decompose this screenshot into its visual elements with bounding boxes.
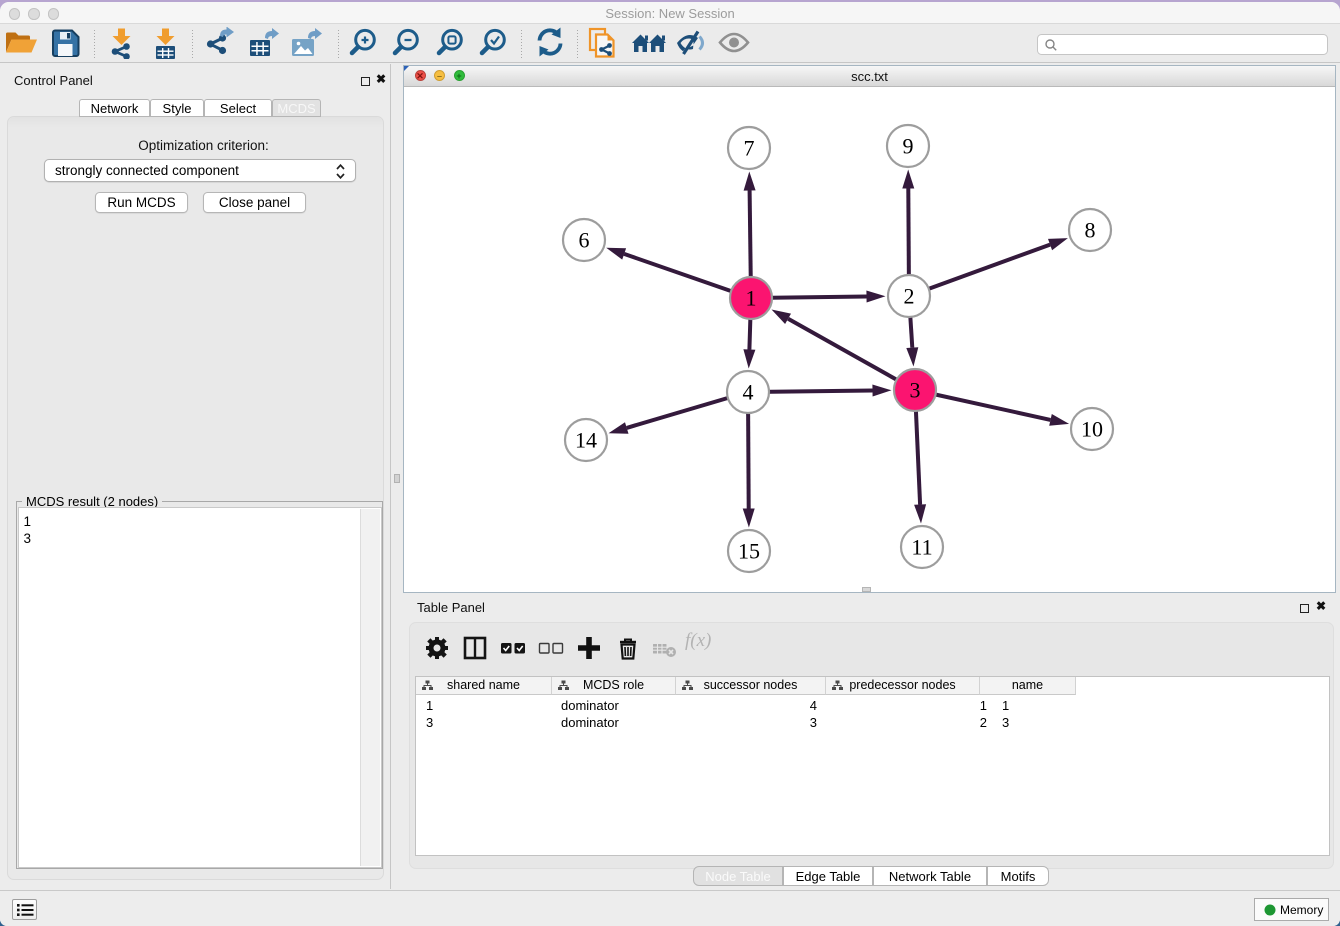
svg-text:2: 2 <box>904 284 915 309</box>
svg-text:8: 8 <box>1085 218 1096 243</box>
svg-text:9: 9 <box>903 134 914 159</box>
svg-text:15: 15 <box>738 539 760 564</box>
svg-text:6: 6 <box>579 228 590 253</box>
svg-text:3: 3 <box>910 378 921 403</box>
svg-text:1: 1 <box>746 286 757 311</box>
svg-text:10: 10 <box>1081 417 1103 442</box>
svg-text:7: 7 <box>744 136 755 161</box>
svg-text:4: 4 <box>743 380 754 405</box>
svg-text:14: 14 <box>575 428 597 453</box>
svg-text:11: 11 <box>911 535 932 560</box>
